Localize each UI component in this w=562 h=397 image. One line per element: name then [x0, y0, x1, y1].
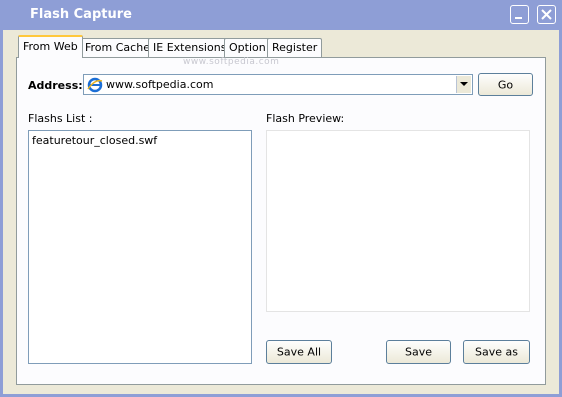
save-label: Save: [404, 345, 432, 359]
tab-label: Option: [229, 41, 266, 54]
flash-preview-area: [266, 130, 530, 312]
minimize-button[interactable]: [510, 5, 529, 24]
go-button[interactable]: Go: [478, 73, 533, 96]
tab-label: From Web: [23, 40, 78, 53]
save-all-label: Save All: [276, 345, 322, 359]
list-item[interactable]: featuretour_closed.swf: [32, 134, 157, 147]
save-all-button[interactable]: Save All: [266, 340, 332, 364]
address-input[interactable]: www.softpedia.com: [106, 78, 213, 91]
watermark: www.softpedia.com: [183, 57, 280, 67]
flashs-listbox[interactable]: featuretour_closed.swf: [28, 130, 252, 364]
window-title: Flash Capture: [30, 7, 132, 22]
tab-from-cache[interactable]: From Cache: [80, 38, 155, 57]
tab-option[interactable]: Option: [224, 38, 271, 57]
close-button[interactable]: [537, 5, 556, 24]
ie-icon: [87, 77, 103, 96]
address-combobox[interactable]: www.softpedia.com: [83, 74, 473, 95]
tab-from-web[interactable]: From Web: [18, 35, 83, 58]
title-bar[interactable]: Flash Capture: [0, 0, 562, 30]
address-label: Address:: [28, 79, 83, 92]
go-button-label: Go: [497, 78, 514, 91]
flash-preview-label: Flash Preview:: [266, 112, 345, 125]
tab-label: IE Extensions: [153, 41, 227, 54]
save-as-label: Save as: [475, 345, 518, 359]
close-icon: [541, 9, 552, 20]
app-window: Flash Capture From Web From Cache IE Ext…: [0, 0, 562, 397]
save-button[interactable]: Save: [386, 340, 451, 364]
tab-ie-extensions[interactable]: IE Extensions: [148, 38, 232, 57]
flashs-list-label: Flashs List :: [28, 112, 93, 125]
tab-label: From Cache: [85, 41, 150, 54]
chevron-down-icon: [460, 82, 468, 86]
tab-register[interactable]: Register: [267, 38, 323, 57]
address-dropdown-button[interactable]: [456, 76, 471, 93]
tab-label: Register: [272, 41, 318, 54]
save-as-button[interactable]: Save as: [463, 340, 530, 364]
minimize-icon: [515, 17, 522, 19]
